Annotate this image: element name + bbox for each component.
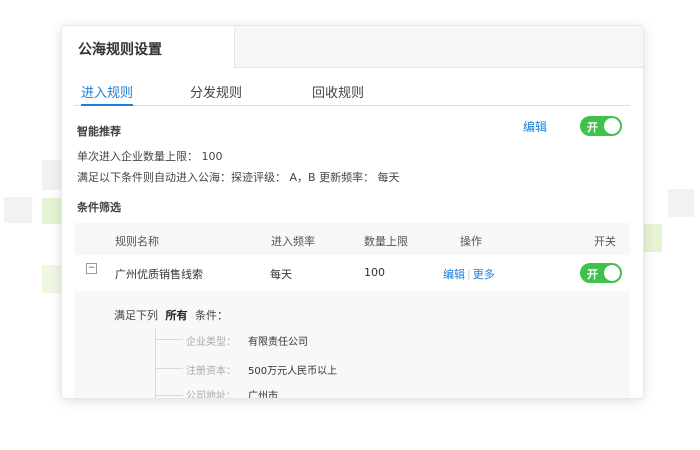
- row-toggle-switch[interactable]: 开: [580, 263, 622, 283]
- action-divider: |: [467, 268, 471, 281]
- decor-block: [42, 198, 62, 224]
- condition-value: 广州市: [248, 391, 278, 399]
- column-header-actions: 操作: [460, 235, 482, 248]
- condition-filter-heading: 条件筛选: [77, 201, 121, 214]
- rule-detail-panel: 满足下列 所有 条件： 企业类型： 有限责任公司 注册资本： 500万元人民币以…: [74, 291, 630, 399]
- row-edit-link[interactable]: 编辑: [443, 268, 465, 281]
- table-row: − 广州优质销售线索 每天 100 编辑 | 更多 开: [74, 255, 630, 291]
- detail-summary: 满足下列 所有 条件：: [114, 307, 228, 323]
- decor-block: [42, 160, 62, 190]
- smart-toggle-switch[interactable]: 开: [580, 116, 622, 136]
- tab-entry-rules[interactable]: 进入规则: [81, 82, 134, 106]
- switch-knob: [604, 265, 620, 281]
- decor-block: [668, 189, 694, 217]
- tree-branch: [155, 339, 183, 340]
- row-more-link[interactable]: 更多: [473, 268, 495, 281]
- condition-value: 500万元人民币以上: [248, 366, 338, 377]
- condition-key: 企业类型：: [186, 337, 236, 348]
- tree-branch: [155, 395, 183, 396]
- smart-edit-link[interactable]: 编辑: [523, 118, 547, 135]
- tab-recycle-rules[interactable]: 回收规则: [312, 82, 364, 106]
- smart-condition-text: 满足以下条件则自动进入公海：探迹评级： A，B 更新频率： 每天: [77, 171, 400, 184]
- column-header-limit: 数量上限: [364, 235, 408, 248]
- condition-key: 公司地址：: [186, 391, 236, 399]
- smart-recommend-heading: 智能推荐: [77, 125, 121, 138]
- column-header-frequency: 进入频率: [271, 235, 315, 248]
- detail-suffix: 条件：: [195, 309, 228, 322]
- tab-distribution-rules[interactable]: 分发规则: [190, 82, 242, 106]
- column-header-switch: 开关: [594, 235, 616, 248]
- collapse-icon[interactable]: −: [86, 263, 97, 274]
- switch-on-label: 开: [587, 121, 598, 134]
- window-titlebar: 公海规则设置: [62, 26, 643, 69]
- decor-block: [4, 197, 32, 223]
- decor-block: [42, 265, 62, 293]
- row-actions: 编辑 | 更多: [443, 266, 495, 282]
- rule-name: 广州优质销售线索: [115, 268, 203, 281]
- condition-value: 有限责任公司: [248, 337, 308, 348]
- detail-prefix: 满足下列: [114, 309, 158, 322]
- tree-branch: [155, 368, 183, 369]
- switch-on-label: 开: [587, 268, 598, 281]
- rule-frequency: 每天: [270, 268, 292, 281]
- settings-window: 公海规则设置 进入规则 分发规则 回收规则 智能推荐 编辑 开 单次进入企业数量…: [61, 25, 644, 399]
- condition-key: 注册资本：: [186, 366, 236, 377]
- rule-tabs: 进入规则 分发规则 回收规则: [74, 82, 630, 106]
- window-title: 公海规则设置: [62, 26, 235, 69]
- column-header-name: 规则名称: [115, 235, 159, 248]
- rule-limit: 100: [364, 266, 385, 279]
- rules-table-header: 规则名称 进入频率 数量上限 操作 开关: [74, 223, 630, 255]
- switch-knob: [604, 118, 620, 134]
- decor-block: [643, 224, 662, 252]
- detail-emphasis: 所有: [165, 309, 188, 322]
- smart-limit-text: 单次进入企业数量上限： 100: [77, 150, 223, 163]
